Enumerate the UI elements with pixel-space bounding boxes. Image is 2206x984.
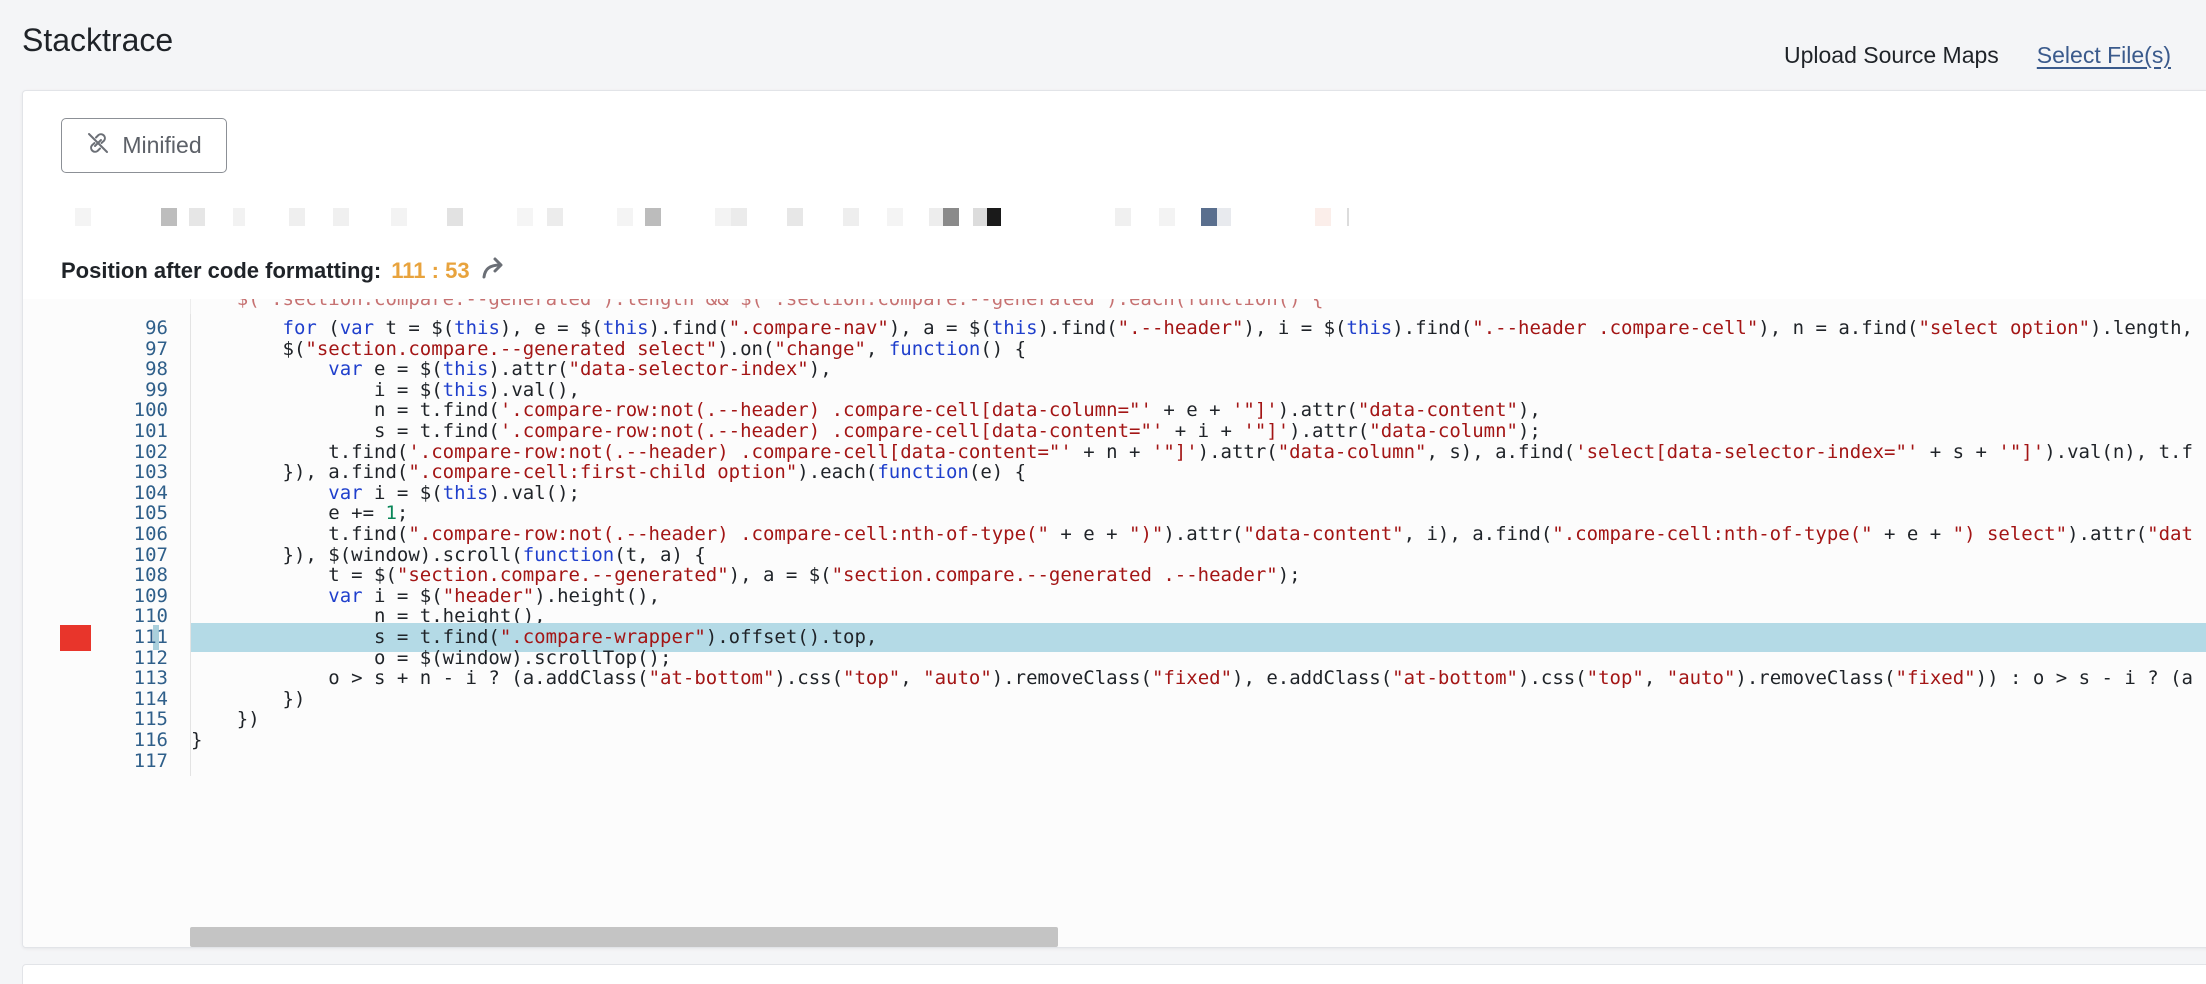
- redirect-arrow-icon[interactable]: [480, 256, 510, 286]
- minified-code-preview: [61, 206, 1921, 228]
- horizontal-scrollbar[interactable]: [190, 927, 1058, 947]
- minified-label: Minified: [122, 132, 202, 158]
- position-label: Position after code formatting:: [61, 258, 382, 283]
- link-off-icon: [86, 131, 110, 161]
- line-number: 117: [133, 749, 168, 772]
- code-viewer[interactable]: $(".section.compare.--generated").length…: [23, 299, 2206, 947]
- code-line: 117: [23, 746, 2206, 776]
- position-value: 111 : 53: [391, 258, 470, 283]
- minified-toggle-button[interactable]: Minified: [61, 118, 227, 173]
- line-code: [190, 746, 2206, 776]
- top-actions: Upload Source Maps Select File(s): [1784, 42, 2171, 69]
- position-after-formatting: Position after code formatting: 111 : 53: [61, 256, 510, 286]
- code-line-partial: $(".section.compare.--generated").length…: [23, 299, 2206, 314]
- page-title: Stacktrace: [22, 22, 174, 58]
- select-files-link[interactable]: Select File(s): [2037, 42, 2171, 69]
- upload-source-maps-label: Upload Source Maps: [1784, 42, 1999, 68]
- next-card: [22, 964, 2206, 984]
- stacktrace-card: Minified Position after code formatting:…: [22, 90, 2206, 948]
